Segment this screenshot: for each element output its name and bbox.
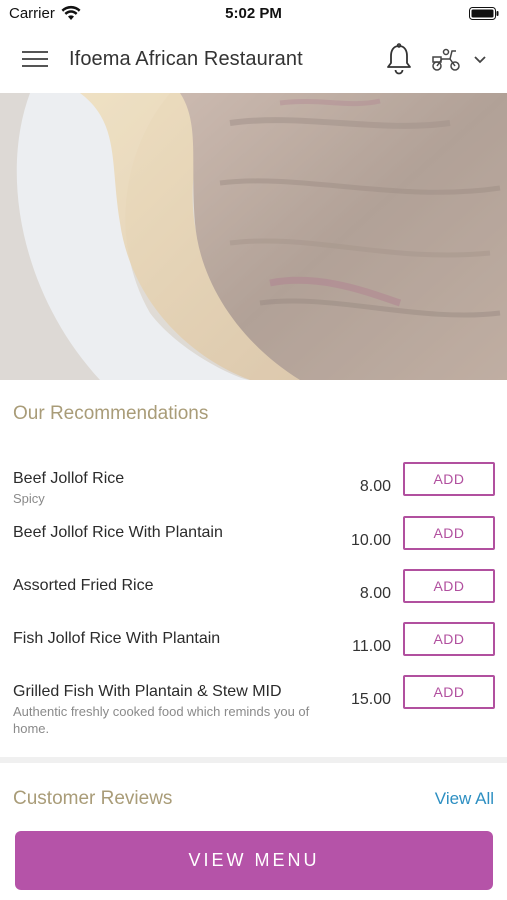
add-button[interactable]: ADD [403, 622, 495, 656]
item-price: 15.00 [350, 691, 391, 708]
menu-icon[interactable] [22, 49, 48, 69]
section-divider [0, 757, 507, 763]
bell-icon[interactable] [385, 43, 413, 75]
status-bar: Carrier 5:02 PM [0, 0, 507, 27]
add-button[interactable]: ADD [403, 675, 495, 709]
hero-image [0, 93, 507, 380]
page-title: Ifoema African Restaurant [69, 48, 303, 70]
recommendations-title: Our Recommendations [13, 403, 209, 424]
item-description: Authentic freshly cooked food which remi… [13, 704, 310, 736]
add-button[interactable]: ADD [403, 569, 495, 603]
app-header: Ifoema African Restaurant [0, 27, 507, 93]
clock: 5:02 PM [225, 5, 282, 22]
item-price: 8.00 [359, 478, 391, 495]
item-price: 11.00 [352, 638, 391, 655]
add-button[interactable]: ADD [403, 516, 495, 550]
item-name: Grilled Fish With Plantain & Stew MID [13, 683, 282, 700]
item-price: 10.00 [350, 532, 391, 549]
scooter-icon[interactable] [430, 47, 462, 73]
item-name: Fish Jollof Rice With Plantain [13, 630, 221, 647]
item-name: Beef Jollof Rice With Plantain [13, 524, 223, 541]
add-button[interactable]: ADD [403, 462, 495, 496]
item-name: Beef Jollof Rice [13, 470, 125, 487]
item-price: 8.00 [359, 585, 391, 602]
view-menu-button[interactable]: VIEW MENU [15, 831, 493, 890]
item-description: Spicy [13, 491, 45, 506]
reviews-title: Customer Reviews [13, 788, 173, 809]
item-name: Assorted Fried Rice [13, 577, 154, 594]
view-all-link[interactable]: View All [435, 789, 494, 809]
chevron-down-icon[interactable] [472, 54, 488, 66]
battery-icon [469, 7, 499, 20]
